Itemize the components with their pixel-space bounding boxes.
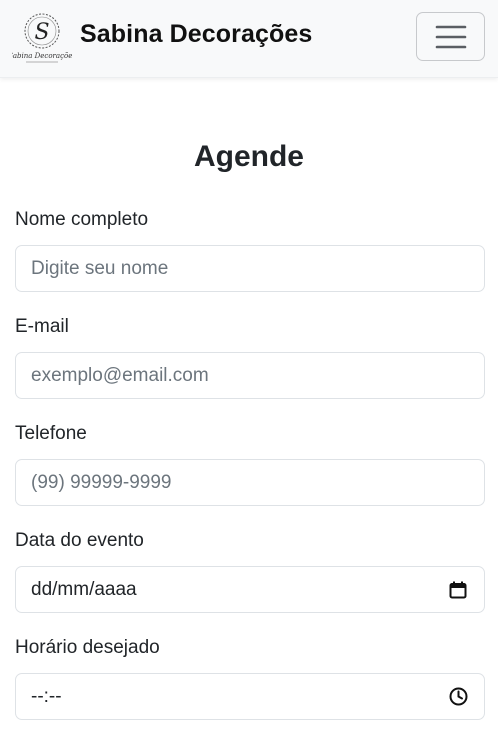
svg-text:S: S bbox=[34, 20, 49, 45]
page-title: Agende bbox=[193, 140, 304, 173]
time-value: --:-- bbox=[31, 685, 62, 707]
navbar: S Sabina Decorações Sabina Decorações bbox=[0, 0, 498, 78]
event-date-value: dd/mm/aaaa bbox=[31, 578, 137, 600]
name-input[interactable] bbox=[15, 245, 485, 292]
name-label: Nome completo bbox=[15, 209, 149, 230]
event-date-label: Data do evento bbox=[15, 530, 144, 551]
calendar-icon[interactable] bbox=[447, 579, 469, 601]
email-label: E-mail bbox=[15, 316, 69, 337]
menu-toggle-button[interactable] bbox=[416, 12, 485, 61]
hamburger-menu-icon bbox=[435, 25, 466, 48]
email-input[interactable] bbox=[15, 352, 485, 399]
phone-input[interactable] bbox=[15, 459, 485, 506]
time-input[interactable]: --:-- bbox=[15, 673, 485, 720]
time-label: Horário desejado bbox=[15, 637, 160, 658]
clock-icon[interactable] bbox=[447, 686, 469, 708]
phone-label: Telefone bbox=[15, 423, 87, 444]
svg-text:Sabina Decorações: Sabina Decorações bbox=[12, 52, 72, 60]
brand-name[interactable]: Sabina Decorações bbox=[80, 20, 312, 49]
brand-logo[interactable]: S Sabina Decorações bbox=[12, 7, 72, 67]
event-date-input[interactable]: dd/mm/aaaa bbox=[15, 566, 485, 613]
